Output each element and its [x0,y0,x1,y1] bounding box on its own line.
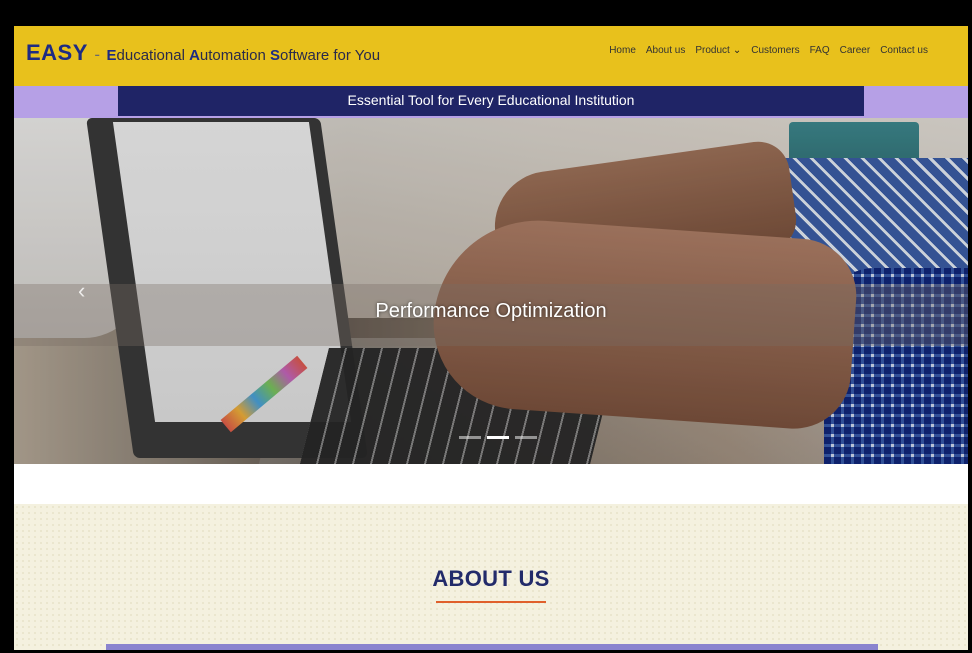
nav-career[interactable]: Career [840,45,871,56]
hero-caption: Performance Optimization [375,300,607,322]
about-content-bar [106,644,878,650]
brand-logo-text: EASY [26,40,88,65]
carousel-indicator[interactable] [515,436,537,439]
carousel-prev-icon[interactable]: ‹ [78,278,85,304]
nav-about-us[interactable]: About us [646,45,685,56]
about-title-underline [436,601,546,603]
main-nav: Home About us Product ⌄ Customers FAQ Car… [609,45,928,56]
carousel-indicators [459,436,537,439]
chevron-down-icon: ⌄ [732,45,742,56]
site-brand[interactable]: EASY - Educational Automation Software f… [26,40,380,66]
nav-contact-us[interactable]: Contact us [880,45,928,56]
nav-faq[interactable]: FAQ [810,45,830,56]
nav-home[interactable]: Home [609,45,636,56]
brand-tagline: Educational Automation Software for You [106,47,381,64]
browser-page: EASY - Educational Automation Software f… [14,26,968,650]
banner-text: Essential Tool for Every Educational Ins… [118,86,864,116]
banner-strip: Essential Tool for Every Educational Ins… [14,86,968,118]
nav-customers[interactable]: Customers [751,45,799,56]
about-section: ABOUT US [14,504,968,650]
brand-dash: - [94,45,101,64]
hero-carousel: Performance Optimization ‹ [14,118,968,464]
carousel-indicator[interactable] [459,436,481,439]
site-header: EASY - Educational Automation Software f… [14,26,968,86]
nav-product[interactable]: Product ⌄ [695,45,741,56]
about-title: ABOUT US [432,566,550,591]
section-spacer [14,464,968,504]
nav-product-label: Product [695,45,730,56]
carousel-indicator-active[interactable] [487,436,509,439]
